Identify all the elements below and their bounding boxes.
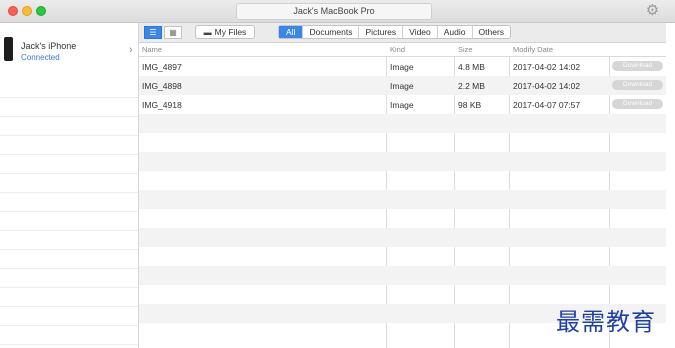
filter-audio[interactable]: Audio bbox=[438, 26, 473, 38]
empty-row bbox=[139, 171, 666, 190]
column-header-modify-date[interactable]: Modify Date bbox=[513, 45, 553, 54]
empty-row bbox=[139, 133, 666, 152]
filter-segmented-control: All Documents Pictures Video Audio Other… bbox=[278, 25, 512, 39]
grid-view-button[interactable]: ▦ bbox=[164, 26, 182, 39]
column-header-size[interactable]: Size bbox=[458, 45, 473, 54]
device-name: Jack's iPhone bbox=[21, 41, 77, 51]
gear-icon[interactable]: ⚙ bbox=[644, 2, 661, 19]
empty-row bbox=[139, 247, 666, 266]
chevron-right-icon: › bbox=[129, 44, 133, 56]
download-button[interactable]: Download bbox=[612, 80, 663, 90]
file-size: 2.2 MB bbox=[458, 81, 485, 91]
download-button[interactable]: Download bbox=[612, 61, 663, 71]
device-status: Connected bbox=[21, 53, 60, 62]
file-kind: Image bbox=[390, 100, 414, 110]
zoom-window-button[interactable] bbox=[36, 6, 46, 16]
watermark-text: 最需教育 bbox=[556, 308, 656, 336]
empty-row bbox=[139, 152, 666, 171]
my-files-button[interactable]: ▬ My Files bbox=[195, 25, 255, 39]
table-header: Name Kind Size Modify Date bbox=[139, 43, 666, 57]
filter-video[interactable]: Video bbox=[403, 26, 438, 38]
filter-documents[interactable]: Documents bbox=[303, 26, 360, 38]
file-kind: Image bbox=[390, 62, 414, 72]
empty-row bbox=[139, 228, 666, 247]
computer-icon: ▬ bbox=[203, 28, 212, 37]
file-date: 2017-04-02 14:02 bbox=[513, 81, 581, 91]
device-item[interactable]: Jack's iPhone Connected › bbox=[0, 23, 138, 75]
file-size: 98 KB bbox=[458, 100, 482, 110]
close-window-button[interactable] bbox=[8, 6, 18, 16]
list-view-button[interactable]: ☰ bbox=[144, 26, 162, 39]
file-size: 4.8 MB bbox=[458, 62, 485, 72]
filter-pictures[interactable]: Pictures bbox=[359, 26, 404, 38]
sidebar: Jack's iPhone Connected › bbox=[0, 23, 139, 348]
filter-others[interactable]: Others bbox=[473, 26, 511, 38]
file-name: IMG_4898 bbox=[142, 81, 182, 91]
sidebar-empty-rows bbox=[0, 79, 138, 348]
empty-row bbox=[139, 266, 666, 285]
empty-row bbox=[139, 114, 666, 133]
file-date: 2017-04-07 07:57 bbox=[513, 100, 581, 110]
empty-row bbox=[139, 190, 666, 209]
download-button[interactable]: Download bbox=[612, 99, 663, 109]
file-name: IMG_4918 bbox=[142, 100, 182, 110]
file-kind: Image bbox=[390, 81, 414, 91]
column-header-name[interactable]: Name bbox=[142, 45, 162, 54]
column-header-kind[interactable]: Kind bbox=[390, 45, 405, 54]
my-files-label: My Files bbox=[214, 27, 247, 37]
table-row[interactable]: IMG_4897 Image 4.8 MB 2017-04-02 14:02 D… bbox=[139, 57, 666, 76]
table-row[interactable]: IMG_4918 Image 98 KB 2017-04-07 07:57 Do… bbox=[139, 95, 666, 114]
table-row[interactable]: IMG_4898 Image 2.2 MB 2017-04-02 14:02 D… bbox=[139, 76, 666, 95]
window-title: Jack's MacBook Pro bbox=[236, 3, 432, 20]
toolbar: ☰ ▦ ▬ My Files All Documents Pictures Vid… bbox=[139, 23, 666, 43]
minimize-window-button[interactable] bbox=[22, 6, 32, 16]
title-bar: Jack's MacBook Pro ⚙ bbox=[0, 0, 675, 23]
iphone-icon bbox=[4, 37, 13, 61]
file-date: 2017-04-02 14:02 bbox=[513, 62, 581, 72]
empty-row bbox=[139, 209, 666, 228]
filter-all[interactable]: All bbox=[279, 26, 304, 38]
file-name: IMG_4897 bbox=[142, 62, 182, 72]
